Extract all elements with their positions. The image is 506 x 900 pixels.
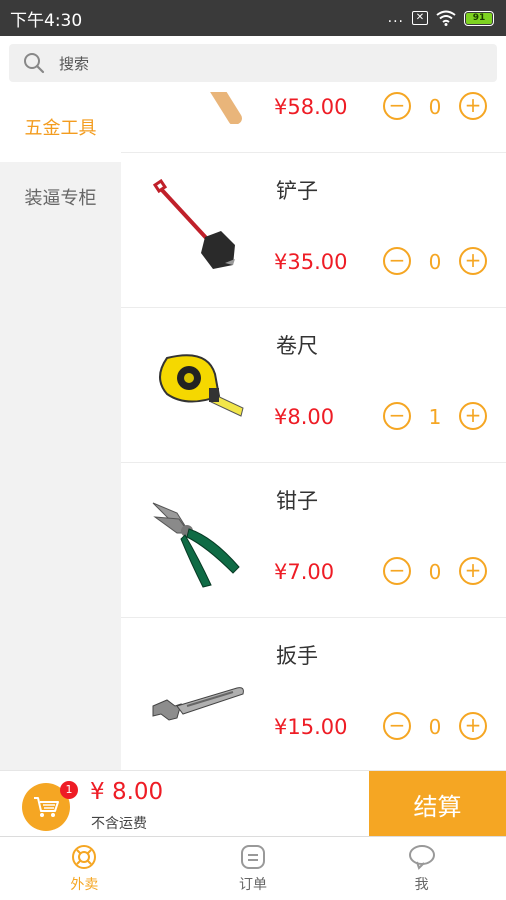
- order-icon: [241, 844, 265, 869]
- shovel-image: [152, 179, 235, 269]
- product-name: 扳手: [276, 644, 318, 668]
- product-item[interactable]: 扳手 ¥15.00 − 0 +: [121, 618, 506, 770]
- product-item[interactable]: 钳子 ¥7.00 − 0 +: [121, 463, 506, 618]
- cart-icon: [34, 797, 59, 817]
- checkout-button[interactable]: 结算: [369, 771, 506, 837]
- decrease-button[interactable]: −: [383, 557, 411, 585]
- search-placeholder: 搜索: [59, 54, 90, 73]
- cart-count-badge: 1: [60, 781, 78, 799]
- increase-button[interactable]: +: [459, 92, 487, 120]
- notification-dots: ...: [387, 10, 404, 26]
- product-price: ¥58.00: [274, 95, 348, 119]
- profile-icon: [408, 844, 435, 870]
- cart-total: ¥ 8.00: [90, 779, 164, 805]
- quantity-stepper: − 0 +: [383, 712, 487, 742]
- search-icon: [24, 53, 45, 74]
- hammer-image: [206, 92, 242, 124]
- product-name: 卷尺: [276, 334, 318, 358]
- decrease-button[interactable]: −: [383, 712, 411, 740]
- quantity-value: 0: [428, 95, 442, 119]
- bottom-tab-bar: 外卖 订单 我: [0, 836, 506, 900]
- increase-button[interactable]: +: [459, 712, 487, 740]
- quantity-stepper: − 0 +: [383, 247, 487, 277]
- product-price: ¥7.00: [274, 560, 335, 584]
- sim-icon: ✕: [412, 11, 428, 25]
- product-list[interactable]: ¥58.00 − 0 + 铲子 ¥35.00 − 0 + 卷尺 ¥8.00 − …: [121, 92, 506, 770]
- product-price: ¥8.00: [274, 405, 335, 429]
- increase-button[interactable]: +: [459, 402, 487, 430]
- tab-label: 订单: [239, 876, 267, 893]
- takeout-icon: [72, 844, 97, 869]
- battery-level: 91: [466, 12, 492, 24]
- shipping-note: 不含运费: [91, 816, 147, 832]
- tape-measure-image: [159, 354, 244, 417]
- product-item[interactable]: 卷尺 ¥8.00 − 1 +: [121, 308, 506, 463]
- product-price: ¥35.00: [274, 250, 348, 274]
- quantity-stepper: − 1 +: [383, 402, 487, 432]
- product-name: 钳子: [276, 489, 318, 513]
- search-bar: 搜索: [0, 36, 506, 92]
- quantity-value: 0: [428, 250, 442, 274]
- wifi-icon: [436, 10, 456, 26]
- status-time: 下午4:30: [10, 10, 83, 31]
- search-input[interactable]: 搜索: [9, 44, 497, 82]
- decrease-button[interactable]: −: [383, 402, 411, 430]
- tab-takeout[interactable]: 外卖: [0, 837, 169, 900]
- tab-orders[interactable]: 订单: [169, 837, 338, 900]
- category-sidebar: 五金工具 装逼专柜: [0, 92, 121, 770]
- status-icons: ... ✕ 91: [388, 10, 494, 26]
- tab-me[interactable]: 我: [337, 837, 506, 900]
- quantity-stepper: − 0 +: [383, 92, 487, 122]
- product-item[interactable]: 铲子 ¥35.00 − 0 +: [121, 153, 506, 308]
- quantity-value: 1: [428, 405, 442, 429]
- category-item-hardware-tools[interactable]: 五金工具: [0, 92, 121, 162]
- product-item[interactable]: ¥58.00 − 0 +: [121, 92, 506, 153]
- status-bar: 下午4:30 ... ✕ 91: [0, 0, 506, 36]
- quantity-stepper: − 0 +: [383, 557, 487, 587]
- decrease-button[interactable]: −: [383, 247, 411, 275]
- product-price: ¥15.00: [274, 715, 348, 739]
- quantity-value: 0: [428, 715, 442, 739]
- wrench-image: [152, 687, 244, 721]
- increase-button[interactable]: +: [459, 557, 487, 585]
- cart-bar: 1 ¥ 8.00 不含运费 结算: [0, 770, 506, 837]
- quantity-value: 0: [428, 560, 442, 584]
- pliers-image: [152, 502, 240, 588]
- product-name: 铲子: [276, 179, 318, 203]
- decrease-button[interactable]: −: [383, 92, 411, 120]
- category-item-showoff-counter[interactable]: 装逼专柜: [0, 162, 121, 232]
- increase-button[interactable]: +: [459, 247, 487, 275]
- tab-label: 我: [414, 876, 429, 893]
- tab-label: 外卖: [70, 876, 99, 893]
- battery-icon: 91: [464, 10, 494, 26]
